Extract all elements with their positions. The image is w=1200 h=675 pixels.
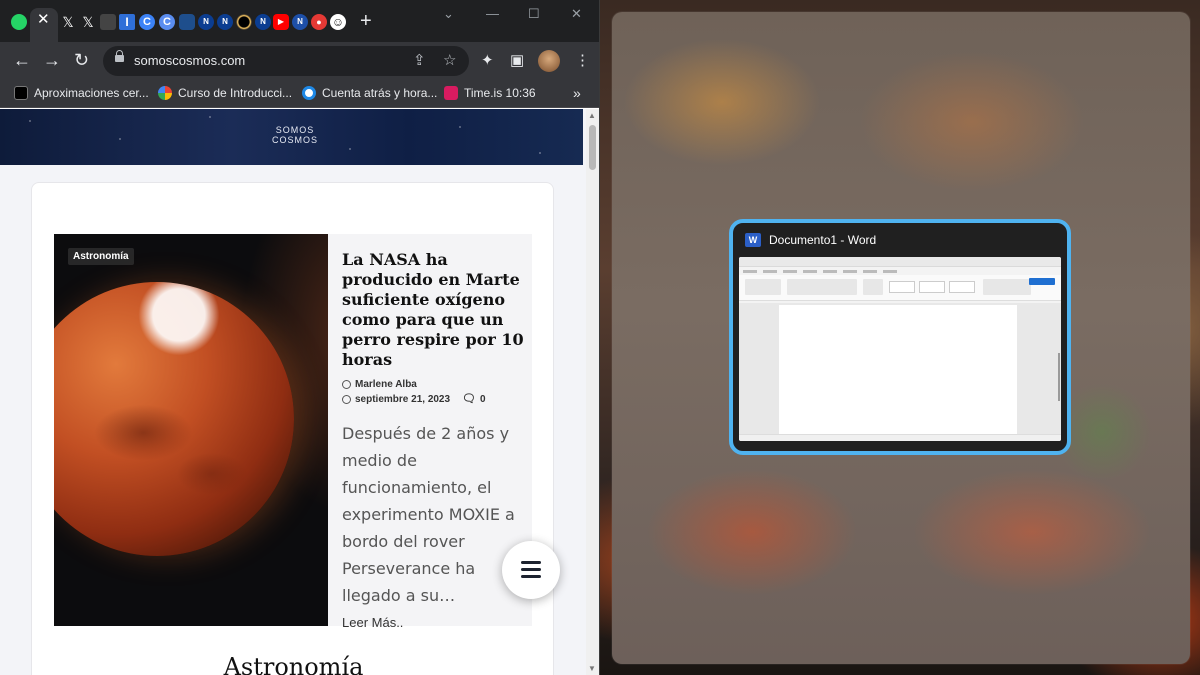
logo-line-2: COSMOS bbox=[272, 135, 319, 145]
eclipse-icon[interactable] bbox=[236, 14, 252, 30]
bookmark-label: Aproximaciones cer... bbox=[34, 86, 149, 100]
snap-assist-panel: W Documento1 - Word bbox=[612, 12, 1190, 664]
window-close-icon[interactable]: ✕ bbox=[571, 6, 582, 22]
tab-strip: ✕ 𝕏 𝕏 I C C N N N ▶ N ● ☺ + ⌄ — ☐ ✕ bbox=[0, 0, 599, 42]
face-icon[interactable]: ☺ bbox=[330, 14, 346, 30]
snap-window-thumbnail-word[interactable]: W Documento1 - Word bbox=[729, 219, 1071, 455]
article-title[interactable]: La NASA ha producido en Marte suficiente… bbox=[342, 250, 524, 370]
word-window-preview bbox=[739, 257, 1061, 441]
bookmarks-overflow-icon[interactable]: » bbox=[573, 85, 581, 101]
back-icon[interactable]: ← bbox=[13, 50, 31, 70]
site-logo[interactable]: SOMOS COSMOS bbox=[272, 125, 318, 145]
copilot-icon[interactable]: C bbox=[159, 14, 175, 30]
category-badge[interactable]: Astronomía bbox=[68, 248, 134, 265]
author-name[interactable]: Marlene Alba bbox=[355, 378, 417, 391]
clock-icon bbox=[342, 395, 351, 404]
x-icon[interactable]: 𝕏 bbox=[60, 14, 76, 30]
maximize-icon[interactable]: ☐ bbox=[528, 6, 540, 22]
page-scrollbar[interactable]: ▲ ▼ bbox=[586, 109, 599, 675]
article-date: septiembre 21, 2023 bbox=[355, 394, 451, 405]
chrome-browser-window: ✕ 𝕏 𝕏 I C C N N N ▶ N ● ☺ + ⌄ — ☐ ✕ ← → … bbox=[0, 0, 600, 675]
thumbnail-window-title: Documento1 - Word bbox=[769, 233, 877, 247]
site-header-banner: SOMOS COSMOS bbox=[0, 109, 583, 165]
instapaper-icon[interactable]: I bbox=[119, 14, 135, 30]
content-card: Astronomía La NASA ha producido en Marte… bbox=[31, 182, 554, 675]
word-preview-tabs bbox=[739, 267, 1061, 275]
dots-icon[interactable] bbox=[100, 14, 116, 30]
x-icon[interactable]: 𝕏 bbox=[80, 14, 96, 30]
user-icon bbox=[342, 380, 351, 389]
section-heading: Astronomía bbox=[223, 653, 364, 675]
bookmark-item[interactable]: Cuenta atrás y hora... bbox=[302, 86, 437, 100]
extensions-icon[interactable]: ✦ bbox=[481, 51, 494, 69]
word-preview-titlebar bbox=[739, 257, 1061, 267]
browser-toolbar: ← → ↻ somoscosmos.com ⇪ ☆ ✦ ▣ ⋮ bbox=[0, 42, 599, 80]
article-date-row: septiembre 21, 2023 🗨 0 bbox=[342, 393, 524, 406]
bookmark-label: Time.is 10:36 bbox=[464, 86, 536, 100]
menu-icon[interactable]: ⋮ bbox=[575, 51, 590, 69]
hex-icon[interactable] bbox=[179, 14, 195, 30]
url-text[interactable]: somoscosmos.com bbox=[134, 53, 245, 68]
nasa-icon[interactable]: N bbox=[198, 14, 214, 30]
word-preview-page bbox=[779, 305, 1017, 434]
article-image[interactable]: Astronomía bbox=[54, 234, 328, 626]
bookmark-item[interactable]: Curso de Introducci... bbox=[158, 86, 292, 100]
article-card: Astronomía La NASA ha producido en Marte… bbox=[54, 234, 532, 630]
nasa-icon[interactable]: N bbox=[255, 14, 271, 30]
youtube-icon[interactable]: ▶ bbox=[273, 14, 289, 30]
article-author: Marlene Alba bbox=[342, 378, 524, 391]
comment-count[interactable]: 0 bbox=[480, 393, 486, 406]
page-viewport: SOMOS COSMOS Astronomía La NASA ha produ… bbox=[0, 109, 586, 675]
comment-icon: 🗨 bbox=[462, 393, 477, 405]
timeis-icon bbox=[444, 86, 458, 100]
logo-line-1: SOMOS bbox=[275, 125, 315, 135]
record-icon[interactable]: ● bbox=[311, 14, 327, 30]
address-bar[interactable]: somoscosmos.com ⇪ ☆ bbox=[103, 46, 469, 76]
word-preview-canvas bbox=[739, 303, 1061, 434]
minimize-icon[interactable]: — bbox=[486, 6, 499, 21]
hamburger-icon bbox=[521, 575, 541, 578]
desktop-wallpaper: W Documento1 - Word bbox=[600, 0, 1200, 675]
hamburger-menu-button[interactable] bbox=[502, 541, 560, 599]
scroll-up-icon[interactable]: ▲ bbox=[588, 111, 596, 120]
bookmark-item[interactable]: Time.is 10:36 bbox=[444, 86, 536, 100]
copilot-icon[interactable]: C bbox=[139, 14, 155, 30]
bookmark-label: Cuenta atrás y hora... bbox=[322, 86, 438, 100]
mars-planet-graphic bbox=[54, 282, 294, 556]
article-excerpt: Después de 2 años y medio de funcionamie… bbox=[342, 424, 515, 605]
bookmark-star-icon[interactable]: ☆ bbox=[443, 51, 456, 69]
google-icon bbox=[158, 86, 172, 100]
nasa-icon[interactable]: N bbox=[292, 14, 308, 30]
word-app-icon: W bbox=[745, 233, 761, 247]
article-body: La NASA ha producido en Marte suficiente… bbox=[342, 250, 524, 630]
tab-search-icon[interactable]: ⌄ bbox=[443, 6, 454, 22]
new-tab-button[interactable]: + bbox=[360, 11, 372, 31]
word-preview-statusbar bbox=[739, 434, 1061, 441]
whatsapp-icon[interactable] bbox=[11, 14, 27, 30]
hamburger-icon bbox=[521, 568, 541, 571]
side-panel-icon[interactable]: ▣ bbox=[510, 51, 524, 69]
bookmark-item[interactable]: Aproximaciones cer... bbox=[14, 86, 149, 100]
forward-icon[interactable]: → bbox=[43, 50, 61, 70]
reload-icon[interactable]: ↻ bbox=[74, 50, 89, 70]
thumbnail-title-bar: W Documento1 - Word bbox=[733, 223, 1067, 257]
read-more-link[interactable]: Leer Más.. bbox=[342, 615, 524, 630]
clock-icon bbox=[302, 86, 316, 100]
scrollbar-thumb[interactable] bbox=[589, 125, 596, 170]
close-icon[interactable]: ✕ bbox=[37, 12, 50, 28]
word-preview-ribbon bbox=[739, 275, 1061, 301]
bookmarks-bar: Aproximaciones cer... Curso de Introducc… bbox=[0, 80, 599, 108]
scroll-down-icon[interactable]: ▼ bbox=[588, 664, 596, 673]
hamburger-icon bbox=[521, 561, 541, 564]
share-icon[interactable]: ⇪ bbox=[413, 51, 426, 69]
nasa-icon[interactable]: N bbox=[217, 14, 233, 30]
bookmark-label: Curso de Introducci... bbox=[178, 86, 293, 100]
profile-avatar[interactable] bbox=[538, 50, 560, 72]
lock-icon[interactable] bbox=[115, 50, 124, 65]
cnbo-icon bbox=[14, 86, 28, 100]
